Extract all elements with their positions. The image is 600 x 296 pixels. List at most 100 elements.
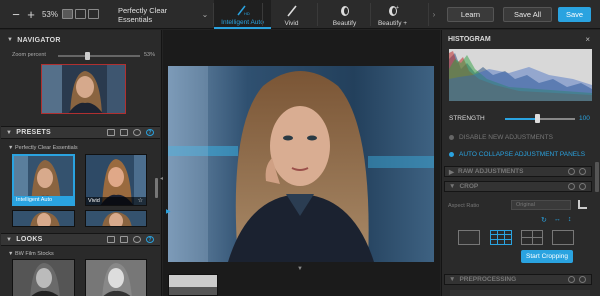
zoom-in-button[interactable]: +	[25, 0, 37, 29]
flip-horizontal-icon[interactable]: ↔	[554, 216, 561, 224]
looks-group-label[interactable]: ▼ BW Film Stocks	[8, 251, 54, 257]
gear-icon[interactable]	[133, 236, 141, 243]
presets-header[interactable]: ▼ PRESETS ?	[1, 126, 160, 139]
strength-label: STRENGTH	[449, 115, 485, 122]
crop-grid-golden[interactable]	[552, 230, 574, 245]
collapse-filmstrip-icon[interactable]: ▼	[297, 266, 303, 272]
split-view-icon[interactable]	[75, 9, 86, 19]
preset-vivid[interactable]: Vivid ☆	[85, 154, 147, 206]
section-title: PRESETS	[16, 129, 52, 136]
section-tools	[568, 183, 586, 190]
look-thumbnail-image	[86, 260, 146, 296]
histogram	[449, 49, 592, 101]
tab-label: Beautify	[332, 20, 357, 27]
list-view-icon[interactable]	[120, 236, 128, 243]
help-icon[interactable]	[568, 183, 575, 190]
group-name: Perfectly Clear Essentials	[14, 145, 78, 151]
histogram-title: HISTOGRAM	[448, 36, 491, 43]
collapse-triangle-icon: ▼	[7, 37, 14, 43]
tab-label: Vivid	[284, 20, 299, 27]
app-window: − + 53% Perfectly Clear Essentials ⌄ HD …	[0, 0, 600, 296]
presets-header-tools: ?	[107, 129, 154, 136]
preset-thumbnail	[86, 211, 146, 226]
navigator-header[interactable]: ▼ NAVIGATOR	[2, 34, 159, 46]
preset-thumbnail-partial[interactable]	[85, 210, 147, 227]
radio-icon	[449, 135, 454, 140]
learn-button[interactable]: Learn	[447, 7, 494, 22]
zoom-slider-handle[interactable]	[85, 52, 90, 60]
top-toolbar: − + 53% Perfectly Clear Essentials ⌄ HD …	[0, 0, 600, 29]
reset-icon[interactable]	[579, 276, 586, 283]
aspect-ratio-select[interactable]: Original	[511, 200, 571, 210]
crop-grid-quarters[interactable]	[521, 230, 543, 245]
navigator-thumbnail[interactable]	[41, 64, 126, 114]
crop-header[interactable]: ▼ CROP	[444, 181, 592, 192]
section-title: NAVIGATOR	[17, 36, 61, 44]
presets-scrollbar[interactable]	[155, 178, 158, 198]
crop-icon[interactable]	[578, 200, 587, 209]
rotate-icon[interactable]: ↻	[541, 216, 547, 224]
preprocessing-header[interactable]: ▼ PREPROCESSING	[444, 274, 592, 285]
crop-grid-none[interactable]	[458, 230, 480, 245]
looks-header[interactable]: ▼ LOOKS ?	[1, 233, 160, 246]
grid-view-icon[interactable]	[107, 129, 115, 136]
list-view-icon[interactable]	[120, 129, 128, 136]
preset-intelligent-auto[interactable]: Intelligent Auto	[12, 154, 75, 206]
main-photo[interactable]	[168, 66, 434, 262]
gear-icon[interactable]	[133, 129, 141, 136]
chevron-right-icon[interactable]: ›	[430, 0, 438, 29]
preset-thumbnail-partial[interactable]	[12, 210, 75, 227]
adjustments-scrollbar[interactable]	[595, 162, 599, 192]
previous-image-icon[interactable]: ▶	[166, 208, 171, 215]
auto-collapse-option[interactable]: AUTO COLLAPSE ADJUSTMENT PANELS	[449, 151, 585, 158]
raw-adjustments-header[interactable]: ▶ RAW ADJUSTMENTS	[444, 166, 592, 177]
favorite-star-icon[interactable]: ☆	[138, 197, 143, 204]
grid-view-icon[interactable]	[107, 236, 115, 243]
side-by-side-view-icon[interactable]	[88, 9, 99, 19]
portrait-thumbnail	[42, 65, 125, 113]
chevron-down-icon[interactable]: ⌄	[200, 0, 210, 29]
save-all-button[interactable]: Save All	[503, 7, 552, 22]
reset-icon[interactable]	[579, 183, 586, 190]
flip-vertical-icon[interactable]: ↕	[568, 216, 572, 224]
looks-header-tools: ?	[107, 236, 154, 243]
collapse-triangle-icon: ▼	[6, 129, 13, 136]
preset-selector[interactable]: Perfectly Clear Essentials	[118, 0, 194, 29]
start-cropping-button[interactable]: Start Cropping	[521, 250, 573, 263]
tab-vivid[interactable]: Vivid	[263, 0, 320, 29]
help-icon[interactable]: ?	[146, 129, 154, 136]
image-canvas[interactable]: ▶ ▼	[163, 30, 440, 296]
tab-label: Beautify +	[377, 20, 408, 27]
portrait-photo	[168, 66, 434, 262]
preset-caption: Intelligent Auto	[14, 196, 73, 204]
tab-beautify-plus[interactable]: + Beautify +	[364, 0, 421, 29]
disable-new-adjustments-option[interactable]: DISABLE NEW ADJUSTMENTS	[449, 134, 553, 141]
section-title: LOOKS	[16, 236, 43, 243]
zoom-slider[interactable]	[58, 55, 140, 57]
filmstrip-thumbnail[interactable]	[168, 274, 218, 296]
save-button[interactable]: Save	[558, 7, 591, 22]
section-title: CROP	[459, 183, 479, 190]
single-view-icon[interactable]	[62, 9, 73, 19]
collapse-triangle-icon: ▼	[449, 276, 456, 283]
radio-icon	[449, 152, 454, 157]
look-thumbnail[interactable]	[12, 259, 75, 296]
preset-thumbnail	[13, 211, 74, 226]
section-tools	[568, 276, 586, 283]
crop-grid-thirds[interactable]	[490, 230, 512, 245]
preset-group-label[interactable]: ▼ Perfectly Clear Essentials	[8, 145, 78, 151]
look-thumbnail[interactable]	[85, 259, 147, 296]
section-title: PREPROCESSING	[459, 276, 517, 283]
reset-icon[interactable]	[579, 168, 586, 175]
zoom-label: Zoom percent	[12, 52, 46, 58]
help-icon[interactable]	[568, 276, 575, 283]
strength-slider-handle[interactable]	[535, 114, 540, 123]
zoom-out-button[interactable]: −	[10, 0, 22, 29]
collapse-triangle-icon: ▼	[6, 236, 13, 243]
look-thumbnail-image	[13, 260, 74, 296]
preprocessing-row	[450, 290, 590, 296]
help-icon[interactable]: ?	[146, 236, 154, 243]
aspect-ratio-label: Aspect Ratio	[448, 203, 480, 209]
close-icon[interactable]: ×	[585, 35, 590, 44]
help-icon[interactable]	[568, 168, 575, 175]
